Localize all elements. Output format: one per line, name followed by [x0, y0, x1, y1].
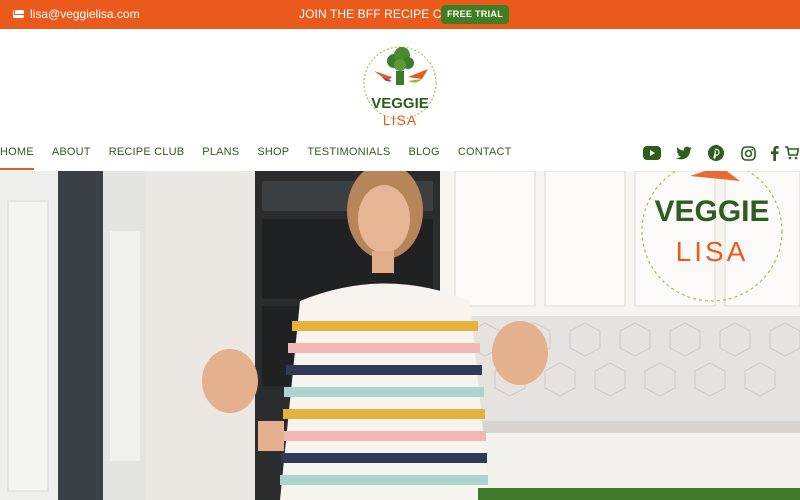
- logo-line2: LISA: [383, 112, 417, 128]
- youtube-icon[interactable]: [636, 142, 668, 164]
- nav-item-testimonials[interactable]: TESTIMONIALS: [307, 140, 390, 170]
- nav-menu: HOME ABOUT RECIPE CLUB PLANS SHOP TESTIM…: [0, 140, 530, 170]
- instagram-icon[interactable]: [732, 142, 764, 164]
- nav-item-blog[interactable]: BLOG: [408, 140, 439, 170]
- floating-green-bar[interactable]: [478, 488, 800, 500]
- site-logo[interactable]: VEGGIE LISA: [362, 33, 438, 133]
- nav-item-contact[interactable]: CONTACT: [458, 140, 512, 170]
- free-trial-button[interactable]: FREE TRIAL: [441, 5, 509, 24]
- social-links: [636, 142, 800, 164]
- email-link[interactable]: lisa@veggielisa.com: [13, 7, 140, 21]
- vegetables-logo-icon: VEGGIE LISA: [363, 46, 437, 128]
- nav-item-home[interactable]: HOME: [0, 140, 34, 170]
- hero-video[interactable]: VEGGIE LISA: [0, 171, 800, 500]
- main-nav: HOME ABOUT RECIPE CLUB PLANS SHOP TESTIM…: [0, 140, 800, 170]
- hero-watermark-line2: LISA: [676, 236, 749, 267]
- mail-icon: [13, 10, 24, 18]
- hero-image: VEGGIE LISA: [0, 171, 800, 500]
- nav-item-shop[interactable]: SHOP: [257, 140, 289, 170]
- cart-icon[interactable]: [784, 142, 800, 164]
- nav-item-about[interactable]: ABOUT: [52, 140, 91, 170]
- facebook-icon[interactable]: [764, 142, 784, 164]
- nav-item-recipe-club[interactable]: RECIPE CLUB: [109, 140, 185, 170]
- logo-line1: VEGGIE: [371, 95, 429, 112]
- pinterest-icon[interactable]: [700, 142, 732, 164]
- hero-watermark-line1: VEGGIE: [654, 195, 769, 228]
- email-text: lisa@veggielisa.com: [30, 7, 140, 21]
- nav-item-plans[interactable]: PLANS: [202, 140, 239, 170]
- twitter-icon[interactable]: [668, 142, 700, 164]
- top-bar: lisa@veggielisa.com JOIN THE BFF RECIPE …: [0, 0, 800, 29]
